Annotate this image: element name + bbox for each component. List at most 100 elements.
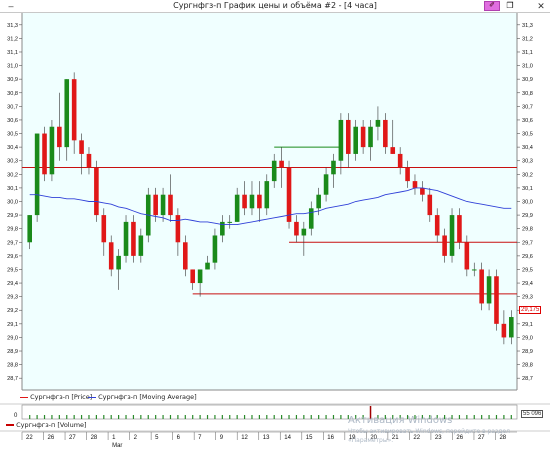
- y-tick-label-left: 28,9: [7, 349, 18, 355]
- y-tick-label-left: 30,5: [7, 132, 18, 138]
- candle-body: [434, 215, 440, 236]
- y-tick-label-left: 31,0: [7, 64, 18, 70]
- candle-body: [264, 181, 270, 209]
- candle-body: [153, 194, 158, 216]
- close-button[interactable]: ✕: [534, 0, 548, 12]
- price-legend-label: Сургнфгз-п [Price]: [30, 393, 93, 401]
- y-tick-label-right: 29,3: [522, 295, 533, 301]
- x-tick-label: 22: [413, 435, 420, 441]
- y-tick-label-right: 28,8: [522, 363, 533, 369]
- candle-body: [123, 221, 129, 256]
- price-legend: Сургнфгз-п [Price]: [20, 393, 92, 401]
- candle-body: [175, 215, 181, 243]
- candle-body: [79, 140, 84, 154]
- x-tick-label: 27: [69, 435, 76, 441]
- candle-body: [331, 160, 336, 175]
- candle-body: [368, 126, 373, 148]
- x-tick-label: 14: [284, 435, 291, 441]
- chart-window: 31,3 31,3 31,2 31,2 31,1 31,1 31,0 31,0 30,9 30,9…: [0, 13, 550, 450]
- y-tick-label-right: 29,8: [522, 227, 533, 233]
- y-tick-label-right: 29,5: [522, 267, 533, 273]
- candle-body: [427, 194, 433, 216]
- y-tick-label-right: 30,3: [522, 159, 533, 165]
- price-legend-swatch: [20, 396, 28, 398]
- candle-body: [86, 153, 92, 168]
- candle-body: [375, 119, 381, 127]
- candle-body: [294, 221, 299, 236]
- activation-watermark-title: Активация Windows: [348, 415, 453, 426]
- y-tick-label-left: 29,5: [7, 267, 18, 273]
- y-tick-label-right: 29,6: [522, 254, 533, 260]
- y-tick-label-left: 29,8: [7, 227, 18, 233]
- candle-body: [138, 235, 144, 256]
- y-tick-label-left: 31,3: [7, 23, 18, 29]
- candle-body: [131, 221, 136, 256]
- candle-body: [27, 215, 33, 243]
- y-tick-label-left: 29,0: [7, 335, 18, 341]
- y-tick-label-left: 30,8: [7, 91, 18, 97]
- x-tick-label: 22: [26, 435, 33, 441]
- y-tick-label-right: 30,9: [522, 77, 533, 83]
- y-tick-label-left: 29,3: [7, 295, 18, 301]
- candle-body: [182, 242, 188, 270]
- candle-body: [64, 79, 70, 148]
- price-volume-chart[interactable]: 31,3 31,3 31,2 31,2 31,1 31,1 31,0 31,0 30,9 30,9…: [0, 13, 550, 450]
- candle-body: [279, 160, 284, 168]
- y-tick-label-right: 31,3: [522, 23, 533, 29]
- y-tick-label-left: 28,7: [7, 376, 18, 382]
- y-tick-label-right: 30,4: [522, 145, 533, 151]
- x-tick-label: 15: [306, 435, 313, 441]
- y-tick-label-right: 31,0: [522, 64, 533, 70]
- x-tick-label: 23: [435, 435, 442, 441]
- y-tick-label-left: 30,1: [7, 186, 18, 192]
- month-label: Mar: [112, 443, 122, 449]
- ma-legend: Сургнфгз-п [Moving Average]: [88, 393, 197, 401]
- candle-body: [308, 208, 314, 229]
- x-tick-label: 26: [48, 435, 55, 441]
- x-tick-label: 12: [241, 435, 248, 441]
- x-tick-label: 27: [478, 435, 485, 441]
- candle-body: [257, 194, 262, 209]
- candle-body: [323, 174, 329, 195]
- candle-body: [42, 133, 47, 175]
- activation-watermark-text: Чтобы активировать Windows, перейдите в …: [348, 428, 510, 435]
- y-tick-label-left: 30,0: [7, 200, 18, 206]
- candle-body: [160, 194, 166, 216]
- candle-body: [494, 276, 499, 324]
- last-price-badge: 29,175: [519, 306, 542, 314]
- candle-body: [242, 194, 247, 209]
- volume-legend-label: Сургнфгз-п [Volume]: [16, 421, 87, 429]
- y-tick-label-left: 29,1: [7, 322, 18, 328]
- y-tick-label-right: 30,8: [522, 91, 533, 97]
- candle-body: [501, 323, 507, 338]
- restore-button[interactable]: ❐: [504, 1, 516, 11]
- y-tick-label-left: 30,3: [7, 159, 18, 165]
- candle-body: [249, 194, 255, 209]
- candle-body: [420, 187, 425, 195]
- candle-body: [397, 153, 403, 168]
- candle-body: [57, 126, 62, 148]
- candle-body: [301, 228, 307, 236]
- candle-body: [168, 194, 173, 216]
- y-tick-label-right: 30,1: [522, 186, 533, 192]
- y-tick-label-left: 29,2: [7, 308, 18, 314]
- x-tick-label: 13: [263, 435, 270, 441]
- candle-body: [190, 269, 196, 284]
- y-tick-label-left: 30,2: [7, 172, 18, 178]
- y-tick-label-left: 28,8: [7, 363, 18, 369]
- y-tick-label-left: 30,4: [7, 145, 18, 151]
- y-tick-label-right: 31,1: [522, 50, 533, 56]
- candle-body: [234, 194, 240, 222]
- volume-legend: Сургнфгз-п [Volume]: [6, 421, 87, 429]
- candle-body: [390, 147, 396, 154]
- y-tick-label-left: 29,9: [7, 213, 18, 219]
- y-tick-label-right: 29,7: [522, 240, 533, 246]
- candle-body: [471, 269, 477, 271]
- candle-body: [338, 119, 344, 161]
- candle-body: [360, 126, 366, 148]
- candle-body: [345, 119, 351, 154]
- candle-body: [316, 194, 321, 209]
- title-bar: – Сургнфгз-п График цены и объёма #2 - […: [0, 0, 550, 13]
- candle-body: [271, 160, 277, 182]
- pin-button[interactable]: ✐: [484, 1, 500, 11]
